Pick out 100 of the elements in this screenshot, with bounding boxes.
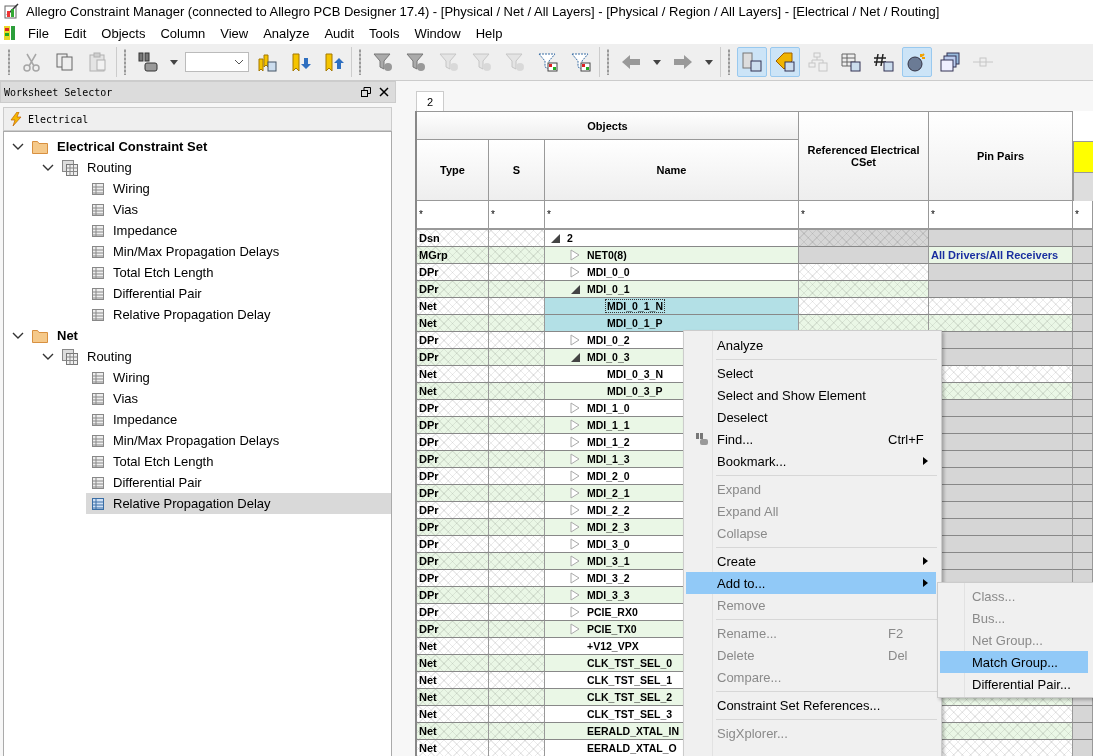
menu-item[interactable]: Differential Pair... — [940, 673, 1088, 695]
tree-item[interactable]: Relative Propagation Delay — [86, 493, 391, 514]
table-cell: Net — [417, 315, 489, 332]
column-header[interactable]: Referenced Electrical CSet — [799, 111, 929, 201]
toolbar-button[interactable] — [902, 47, 932, 77]
table-cell: MDI_1_0 — [586, 402, 631, 414]
table-cell: Net — [417, 689, 489, 706]
tree-item[interactable]: Min/Max Propagation Delays — [92, 430, 391, 451]
tree-item[interactable]: Total Etch Length — [92, 262, 391, 283]
menu-item[interactable]: Constraint Set References... — [686, 694, 936, 716]
column-header[interactable]: Pin Pairs — [929, 111, 1073, 201]
grid-icon — [92, 392, 104, 405]
expander-icon[interactable] — [569, 283, 581, 295]
table-cell: PCIE_RX0 — [586, 606, 639, 618]
table-cell: MDI_0_1_N — [606, 300, 665, 312]
combo-box[interactable] — [185, 52, 249, 72]
menu-item[interactable]: View — [214, 25, 258, 41]
menu-item[interactable]: Audit — [318, 25, 364, 41]
menu-item[interactable]: Help — [469, 25, 512, 41]
chevron-icon[interactable] — [42, 163, 54, 172]
tree-item[interactable]: Vias — [92, 199, 391, 220]
table-cell: DPr — [417, 332, 489, 349]
menu-item[interactable]: Tools — [363, 25, 409, 41]
menu-item[interactable]: Objects — [95, 25, 155, 41]
tree-item[interactable]: Differential Pair — [92, 283, 391, 304]
tree-item[interactable]: Net — [32, 325, 391, 346]
menu-item[interactable]: Match Group... — [940, 651, 1088, 673]
column-header[interactable] — [1073, 141, 1093, 173]
grid-icon — [92, 497, 104, 510]
table-cell — [1073, 400, 1093, 417]
tree-item[interactable]: Routing — [62, 346, 391, 367]
column-header[interactable]: Name — [545, 140, 799, 201]
table-cell — [1073, 417, 1093, 434]
bookmark-up-icon — [322, 51, 344, 73]
table-icon — [741, 51, 763, 73]
tree-item[interactable]: Impedance — [92, 409, 391, 430]
table-cell — [1073, 281, 1093, 298]
menu-item[interactable]: Deselect — [686, 406, 936, 428]
dropdown-caret-icon[interactable] — [705, 59, 713, 65]
worksheet-tab[interactable]: 2 — [416, 91, 445, 111]
chevron-icon[interactable] — [12, 142, 24, 151]
tree-item[interactable]: Differential Pair — [92, 472, 391, 493]
column-header[interactable]: S — [489, 140, 545, 201]
menu-item[interactable]: Add to... — [686, 572, 936, 594]
table-cell — [1073, 230, 1093, 247]
menu-item[interactable]: Analyze — [257, 25, 319, 41]
tree-item[interactable]: Wiring — [92, 367, 391, 388]
table-cell: MDI_2_0 — [586, 470, 631, 482]
table-cell — [1073, 451, 1093, 468]
menu-item[interactable]: File — [22, 25, 58, 41]
column-group-header: Objects — [417, 111, 799, 140]
dropdown-caret-icon[interactable] — [653, 59, 661, 65]
hierarchy-icon — [807, 51, 829, 73]
menu-item[interactable]: Analyze — [686, 334, 936, 356]
menu-item[interactable]: Edit — [57, 25, 96, 41]
close-icon[interactable] — [379, 87, 389, 97]
table-cell: Net — [417, 638, 489, 655]
menu-item[interactable]: Select and Show Element — [686, 384, 936, 406]
worksheet-tab[interactable]: Electrical — [3, 107, 392, 131]
table-cell: MDI_3_1 — [586, 555, 631, 567]
menu-item[interactable]: Create — [686, 550, 936, 572]
table-cell: MDI_3_3 — [586, 589, 631, 601]
table-cell: MDI_1_3 — [586, 453, 631, 465]
grid-icon — [92, 224, 104, 237]
dropdown-caret-icon[interactable] — [170, 59, 178, 65]
chevron-icon[interactable] — [12, 331, 24, 340]
panel-title: Worksheet Selector — [4, 86, 114, 98]
filter-icon — [405, 51, 427, 73]
tree-item[interactable]: Vias — [92, 388, 391, 409]
tree-item[interactable]: Wiring — [92, 178, 391, 199]
tree-item[interactable]: Min/Max Propagation Delays — [92, 241, 391, 262]
column-header[interactable]: Type — [417, 140, 489, 201]
table-cell: DPr — [417, 553, 489, 570]
window-title: Allegro Constraint Manager (connected to Allegro PCB Designer 17.4) - [Physical / Net / All Layers] - [Physical / Region / All Layers] - [Electrical / Net / Routing] — [26, 3, 940, 19]
restore-icon[interactable] — [361, 87, 371, 97]
app-menu-icon[interactable] — [4, 26, 16, 40]
menu-item[interactable]: Find... Ctrl+F — [686, 428, 936, 450]
table-cell — [1073, 485, 1093, 502]
chevron-icon[interactable] — [42, 352, 54, 361]
table-cell: MDI_0_3_N — [606, 368, 665, 380]
menu-item[interactable]: Bookmark... — [686, 450, 936, 472]
tree-item[interactable]: Relative Propagation Delay — [92, 304, 391, 325]
expander-icon[interactable] — [549, 232, 561, 244]
tree-item[interactable]: Impedance — [92, 220, 391, 241]
tree-item[interactable]: Electrical Constraint Set — [32, 136, 391, 157]
expander-icon[interactable] — [569, 351, 581, 363]
table-cell — [1073, 502, 1093, 519]
column-header[interactable] — [1073, 173, 1093, 201]
sheets-icon — [62, 348, 78, 365]
menu-item[interactable]: Column — [154, 25, 215, 41]
table-cell: MDI_1_2 — [586, 436, 631, 448]
filter-icon — [537, 51, 559, 73]
binoculars-icon — [137, 51, 159, 73]
menu-item[interactable]: Select — [686, 362, 936, 384]
hash-icon — [873, 51, 895, 73]
tree-item[interactable]: Routing — [62, 157, 391, 178]
menu-item[interactable]: Window — [408, 25, 470, 41]
table-cell: DPr — [417, 417, 489, 434]
table-cell — [1073, 723, 1093, 740]
tree-item[interactable]: Total Etch Length — [92, 451, 391, 472]
